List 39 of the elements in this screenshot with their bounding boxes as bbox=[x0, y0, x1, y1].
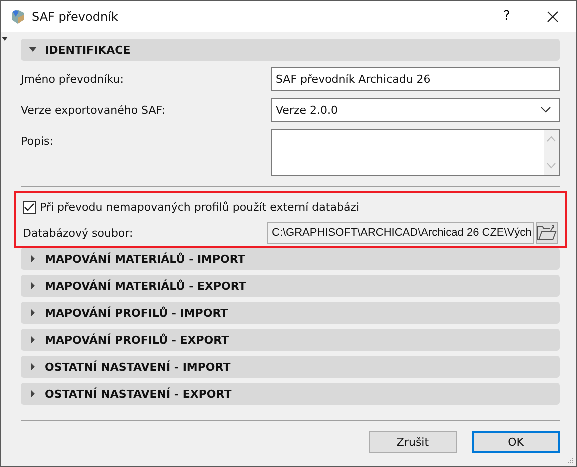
help-button[interactable]: ? bbox=[484, 1, 530, 32]
field-label: Popis: bbox=[21, 134, 54, 148]
triangle-icon bbox=[2, 37, 8, 41]
app-icon bbox=[10, 8, 26, 24]
section-header[interactable]: MAPOVÁNÍ MATERIÁLŮ - EXPORT bbox=[21, 275, 560, 297]
expand-icon bbox=[29, 336, 37, 344]
resize-grip-icon bbox=[568, 458, 574, 464]
cancel-button[interactable]: Zrušit bbox=[369, 431, 457, 453]
version-dropdown[interactable]: Verze 2.0.0 bbox=[271, 98, 560, 122]
checkbox-label: Při převodu nemapovaných profilů použít externí databázi bbox=[40, 200, 360, 214]
scrollbar[interactable] bbox=[544, 130, 559, 175]
field-label: Verze exportovaného SAF: bbox=[21, 104, 166, 116]
section-header[interactable]: OSTATNÍ NASTAVENÍ - IMPORT bbox=[21, 356, 560, 378]
window-title: SAF převodník bbox=[32, 10, 118, 24]
text-field[interactable]: SAF převodník Archicadu 26 bbox=[271, 67, 560, 91]
section-header[interactable]: MAPOVÁNÍ PROFILŮ - IMPORT bbox=[21, 302, 560, 324]
expand-icon bbox=[29, 363, 37, 371]
folder-icon bbox=[537, 224, 557, 242]
checkbox[interactable] bbox=[23, 200, 36, 214]
section-header[interactable]: MAPOVÁNÍ PROFILŮ - EXPORT bbox=[21, 329, 560, 351]
ok-button[interactable]: OK bbox=[472, 431, 560, 453]
chevron-down-icon bbox=[541, 107, 551, 113]
close-icon bbox=[547, 10, 559, 22]
expand-icon bbox=[29, 282, 37, 290]
scroll-down-icon bbox=[547, 163, 556, 169]
section-header[interactable]: IDENTIFIKACE bbox=[21, 39, 560, 61]
expand-icon bbox=[29, 390, 37, 398]
check-icon bbox=[24, 202, 35, 212]
file-path-field[interactable]: C:\GRAPHISOFT\ARCHICAD\Archicad 26 CZE\Vých bbox=[267, 222, 534, 244]
field-label: Jméno převodníku: bbox=[21, 72, 125, 86]
scroll-up-icon bbox=[547, 136, 556, 142]
section-header[interactable]: OSTATNÍ NASTAVENÍ - EXPORT bbox=[21, 383, 560, 405]
description-field[interactable] bbox=[271, 129, 560, 176]
collapse-icon bbox=[29, 46, 37, 54]
expand-icon bbox=[29, 309, 37, 317]
field-label: Databázový soubor: bbox=[23, 226, 134, 240]
browse-button[interactable] bbox=[536, 222, 558, 244]
expand-icon bbox=[29, 255, 37, 263]
section-header[interactable]: MAPOVÁNÍ MATERIÁLŮ - IMPORT bbox=[21, 248, 560, 270]
